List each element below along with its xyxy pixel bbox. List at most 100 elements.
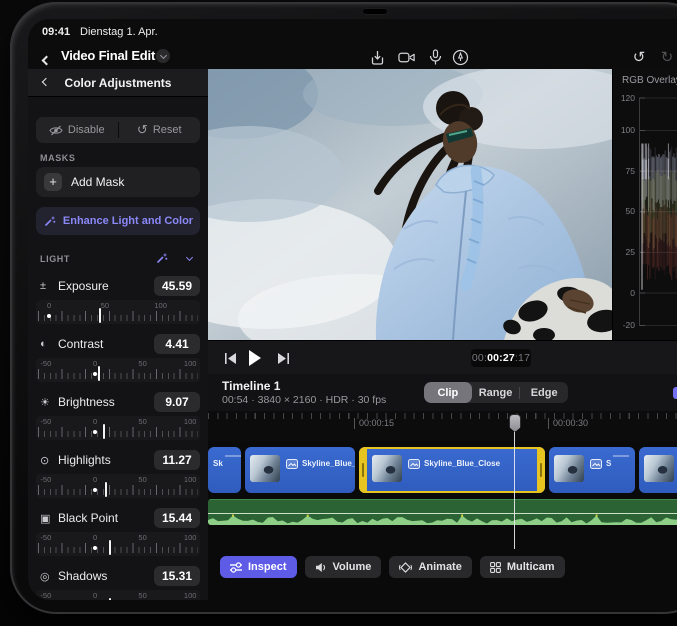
media-icon — [286, 459, 298, 469]
project-title[interactable]: Video Final Edit — [61, 48, 155, 63]
timeline-clip[interactable]: Skyline_Blue_Wide — [245, 447, 355, 493]
redo-icon[interactable]: ↻ — [658, 48, 676, 66]
brightness-ruler[interactable]: -50050100 — [36, 416, 200, 440]
status-date: Dienstag 1. Apr. — [80, 26, 158, 38]
inspect-sliders-icon — [230, 562, 242, 573]
inspect-button[interactable]: Inspect — [220, 556, 297, 578]
light-section-header: LIGHT — [28, 251, 208, 267]
color-adjustments-panel: Color Adjustments Disable ↺ Reset MASKS — [28, 69, 208, 600]
edit-mode-control: Clip Range Edge — [424, 382, 568, 403]
panel-title: Color Adjustments — [28, 76, 208, 90]
slider-shadows: ◎Shadows15.31 -50050100 — [36, 566, 200, 600]
black-point-ruler[interactable]: -50050100 — [36, 532, 200, 556]
audio-top-edge — [208, 499, 677, 500]
mode-range[interactable]: Range — [472, 382, 520, 403]
microphone-icon[interactable] — [426, 48, 444, 66]
shadows-ruler[interactable]: -50050100 — [36, 590, 200, 600]
exposure-ruler[interactable]: 050100 — [36, 300, 200, 324]
enhance-light-color-button[interactable]: Enhance Light and Color — [36, 207, 200, 235]
audio-waveform — [208, 513, 677, 525]
eye-slash-icon — [49, 125, 63, 136]
brightness-icon: ☀ — [40, 396, 56, 409]
animate-button[interactable]: Animate — [389, 556, 471, 578]
undo-icon[interactable]: ↺ — [630, 48, 648, 66]
highlights-value-field[interactable]: 11.27 — [154, 450, 200, 470]
light-heading: LIGHT — [40, 254, 70, 264]
video-viewer[interactable] — [208, 69, 612, 340]
project-title-dropdown[interactable] — [156, 49, 170, 63]
clip-thumbnail — [250, 455, 280, 482]
timeline-overflow-button[interactable] — [673, 387, 677, 399]
contrast-ruler[interactable]: -50050100 — [36, 358, 200, 382]
black-point-value-field[interactable]: 15.44 — [154, 508, 200, 528]
timeline-clip[interactable] — [639, 447, 677, 493]
video-frame — [208, 69, 612, 340]
pencil-hover-icon[interactable] — [451, 48, 469, 66]
ruler-label: 00:00:15 — [354, 418, 394, 429]
import-icon[interactable] — [368, 48, 386, 66]
transport-bar: 00:00:27:17 — [208, 340, 677, 374]
waveform-plot — [613, 69, 677, 340]
title-bar: Video Final Edit ↺ ↻ — [28, 43, 677, 69]
multicam-button[interactable]: Multicam — [480, 556, 565, 578]
page: 09:41 Dienstag 1. Apr. Video Final Edit — [0, 0, 677, 626]
rgb-overlay-scope: RGB Overlay 120 100 75 50 25 0 -20 — [612, 69, 677, 340]
reset-icon: ↺ — [137, 122, 148, 138]
play-icon[interactable] — [246, 350, 264, 366]
timeline-clip[interactable]: Sk — [208, 447, 241, 493]
back-chevron-icon[interactable] — [43, 51, 50, 69]
clip-thumbnail — [644, 455, 674, 482]
auto-enhance-icon[interactable] — [155, 252, 168, 265]
exposure-value-field[interactable]: 45.59 — [154, 276, 200, 296]
contrast-value-field[interactable]: 4.41 — [154, 334, 200, 354]
timeline-clip[interactable]: S — [549, 447, 635, 493]
audio-track[interactable] — [208, 499, 677, 525]
previous-frame-icon[interactable] — [222, 350, 240, 366]
mode-edge[interactable]: Edge — [520, 382, 568, 403]
video-track: Sk Skyline_Blue_Wide — [208, 447, 677, 493]
shadows-icon: ◎ — [40, 570, 56, 583]
timeline-ruler[interactable]: 00:00:15 00:00:30 — [208, 411, 677, 441]
slider-exposure: ±Exposure45.59 050100 — [36, 276, 200, 328]
shadows-value-field[interactable]: 15.31 — [154, 566, 200, 586]
slider-highlights: ⊙Highlights11.27 -50050100 — [36, 450, 200, 502]
status-time: 09:41 — [42, 26, 70, 38]
clip-thumbnail — [554, 455, 584, 482]
brightness-value-field[interactable]: 9.07 — [154, 392, 200, 412]
slider-contrast: ◐Contrast4.41 -50050100 — [36, 334, 200, 386]
disable-reset-control: Disable ↺ Reset — [36, 117, 200, 143]
front-camera — [362, 8, 388, 15]
trim-handle-right[interactable] — [537, 447, 545, 493]
timeline-info: 00:54 · 3840 × 2160 · HDR · 30 fps — [222, 394, 386, 406]
media-icon — [408, 459, 420, 469]
plus-icon: + — [44, 173, 62, 191]
next-frame-icon[interactable] — [274, 350, 292, 366]
playhead-line — [514, 429, 515, 549]
timecode-display[interactable]: 00:00:27:17 — [471, 349, 531, 367]
clip-tools-bar: Inspect Volume Animate Multicam — [220, 556, 565, 578]
contrast-icon: ◐ — [40, 338, 56, 350]
slider-black-point: ▣Black Point15.44 -50050100 — [36, 508, 200, 560]
exposure-icon: ± — [40, 280, 56, 292]
reset-button[interactable]: ↺ Reset — [119, 117, 201, 143]
volume-button[interactable]: Volume — [305, 556, 382, 578]
highlights-ruler[interactable]: -50050100 — [36, 474, 200, 498]
mode-clip[interactable]: Clip — [424, 382, 472, 403]
timeline-name: Timeline 1 — [222, 379, 280, 393]
collapse-chevron-icon[interactable] — [186, 254, 193, 261]
playhead-handle[interactable] — [509, 414, 521, 432]
highlights-icon: ⊙ — [40, 454, 56, 467]
panel-header: Color Adjustments — [28, 69, 208, 97]
multicam-grid-icon — [490, 562, 501, 573]
slider-brightness: ☀Brightness9.07 -50050100 — [36, 392, 200, 444]
trim-handle-left[interactable] — [359, 447, 367, 493]
media-icon — [590, 459, 602, 469]
ruler-label: 00:00:30 — [548, 418, 588, 429]
disable-button[interactable]: Disable — [36, 117, 118, 143]
timeline-header: Timeline 1 00:54 · 3840 × 2160 · HDR · 3… — [208, 374, 677, 411]
camera-icon[interactable] — [398, 48, 416, 66]
ruler-ticks — [208, 413, 677, 419]
add-mask-button[interactable]: + Add Mask — [36, 167, 200, 197]
timeline-clip-selected[interactable]: Skyline_Blue_Close — [359, 447, 545, 493]
app-screen: 09:41 Dienstag 1. Apr. Video Final Edit — [28, 19, 677, 600]
